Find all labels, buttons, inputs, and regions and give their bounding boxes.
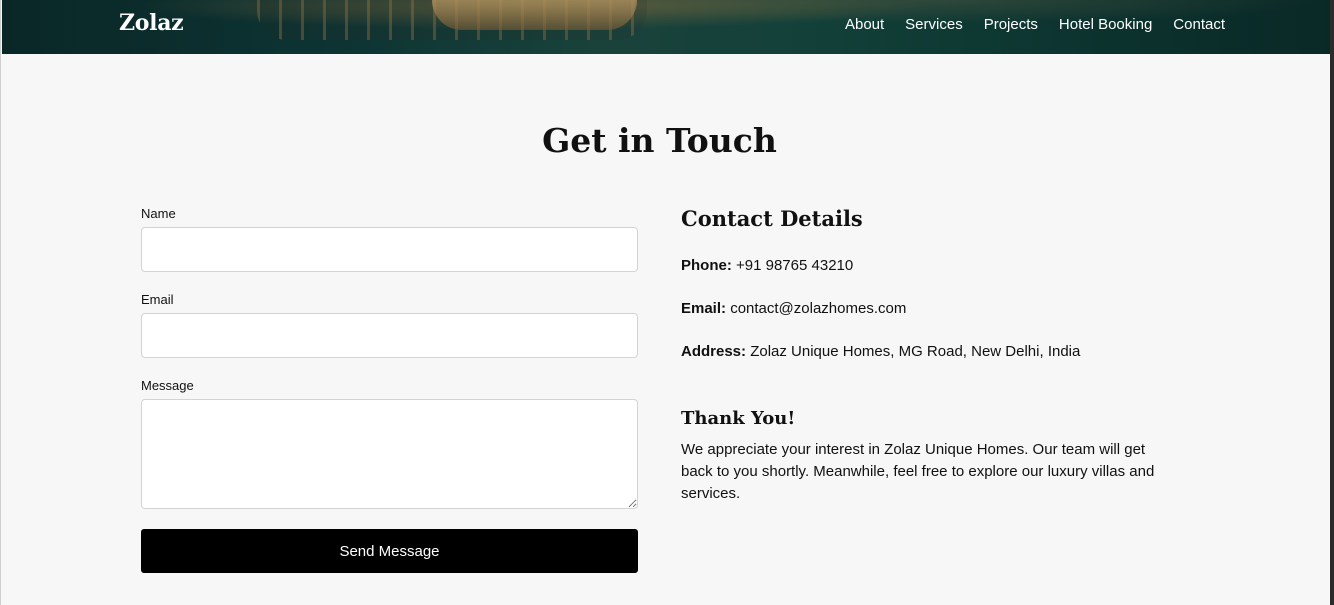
nav-link-hotel-booking[interactable]: Hotel Booking xyxy=(1059,16,1152,33)
name-label: Name xyxy=(141,206,176,221)
contact-details: Contact Details Phone: +91 98765 43210 E… xyxy=(681,205,1181,502)
nav-link-about[interactable]: About xyxy=(845,16,884,33)
thank-you-text: We appreciate your interest in Zolaz Uni… xyxy=(681,441,1155,502)
address-line: Address: Zolaz Unique Homes, MG Road, Ne… xyxy=(681,342,1080,362)
nav-link-contact[interactable]: Contact xyxy=(1173,16,1225,33)
address-label: Address: xyxy=(681,343,747,360)
contact-form: Name Email Message Send Message xyxy=(141,206,638,573)
site-header: Zolaz About Services Projects Hotel Book… xyxy=(2,0,1331,54)
name-field[interactable] xyxy=(141,227,638,272)
nav-link-services[interactable]: Services xyxy=(905,16,963,33)
thank-you-heading: Thank You! xyxy=(681,408,796,429)
email-detail-label: Email: xyxy=(681,300,727,317)
email-value: contact@zolazhomes.com xyxy=(730,300,907,317)
message-label: Message xyxy=(141,378,194,393)
main-nav: About Services Projects Hotel Booking Co… xyxy=(845,16,1225,33)
window-edge xyxy=(1330,0,1334,605)
phone-label: Phone: xyxy=(681,257,732,274)
email-label: Email xyxy=(141,292,174,307)
contact-details-heading: Contact Details xyxy=(681,206,863,231)
page-title: Get in Touch xyxy=(542,121,777,160)
phone-line: Phone: +91 98765 43210 xyxy=(681,256,853,276)
address-value: Zolaz Unique Homes, MG Road, New Delhi, … xyxy=(750,343,1081,360)
page: Zolaz About Services Projects Hotel Book… xyxy=(0,0,1334,605)
phone-value: +91 98765 43210 xyxy=(736,257,854,274)
nav-link-projects[interactable]: Projects xyxy=(984,16,1038,33)
email-field[interactable] xyxy=(141,313,638,358)
message-field[interactable] xyxy=(141,399,638,509)
send-message-button[interactable]: Send Message xyxy=(141,529,638,573)
brand-logo[interactable]: Zolaz xyxy=(119,10,184,36)
email-line: Email: contact@zolazhomes.com xyxy=(681,299,906,319)
